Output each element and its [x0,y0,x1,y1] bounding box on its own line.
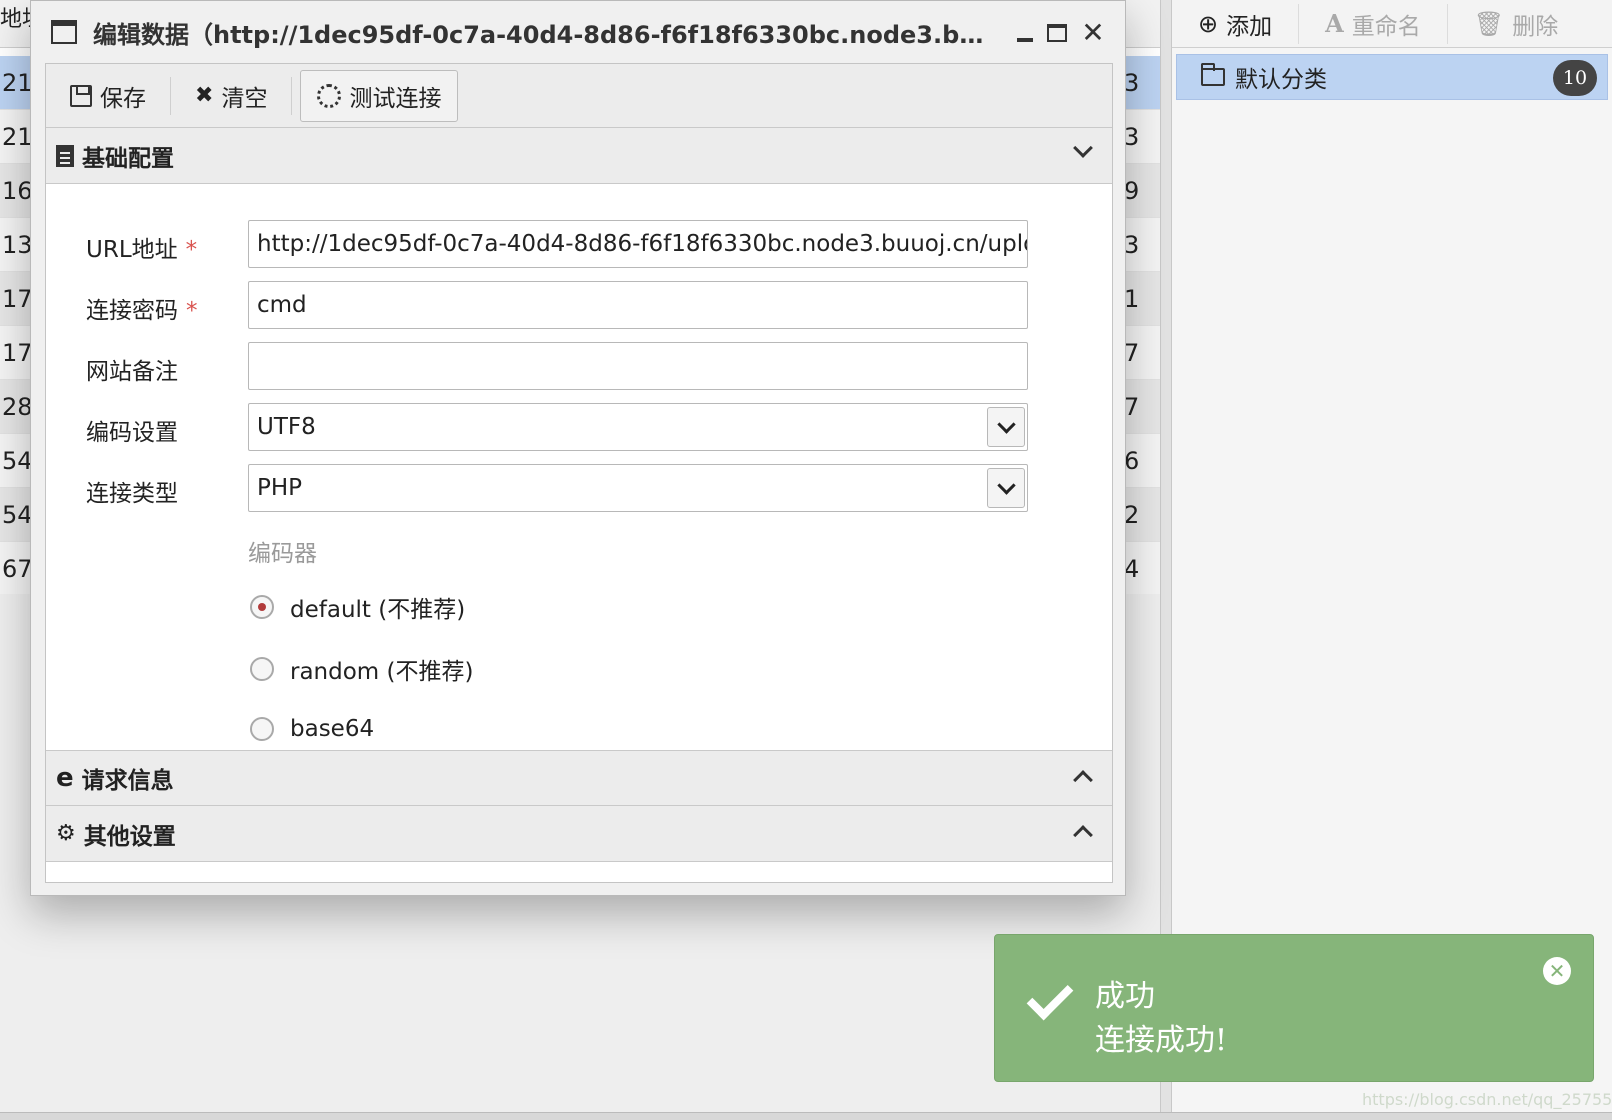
maximize-button[interactable] [1043,19,1071,47]
password-row: 连接密码 * cmd [46,281,1112,329]
encoding-select[interactable]: UTF8 [248,403,1028,451]
gears-icon: ⚙ [56,821,76,846]
encoding-row: 编码设置 UTF8 [46,403,1112,451]
type-select[interactable]: PHP [248,464,1028,512]
encoder-option-base64[interactable]: base64 [250,714,374,744]
window-icon [51,20,77,44]
basic-config-form: URL地址 * http://1dec95df-0c7a-40d4-8d86-f6… [46,184,1112,750]
font-icon: A [1325,9,1344,38]
type-row: 连接类型 PHP [46,464,1112,512]
url-label: URL地址 [86,237,178,263]
checkmark-icon [1026,973,1074,1021]
chevron-up-icon [1073,770,1093,790]
add-category-button[interactable]: ⊕ 添加 [1172,3,1300,44]
close-icon: ✕ [1081,16,1105,49]
url-input[interactable]: http://1dec95df-0c7a-40d4-8d86-f6f18f633… [248,220,1028,268]
chevron-down-icon [1073,138,1093,158]
encoder-option-random[interactable]: random (不推荐) [250,654,473,685]
x-mark-icon: ✖ [195,83,214,108]
edit-data-dialog: 编辑数据（http://1dec95df-0c7a-40d4-8d86-f6f1… [30,0,1126,896]
note-input[interactable] [248,342,1028,390]
save-icon [70,84,92,107]
password-input[interactable]: cmd [248,281,1028,329]
dialog-toolbar: 保存 ✖ 清空 测试连接 [46,64,1112,128]
required-mark: * [186,298,198,324]
note-row: 网站备注 [46,342,1112,390]
radio-button[interactable] [250,717,274,741]
section-basic-config[interactable]: 基础配置 [46,128,1112,184]
chevron-down-icon[interactable] [987,468,1025,508]
minimize-icon [1017,38,1033,42]
toast-message: 连接成功! [1095,1023,1228,1058]
edge-icon: e [56,763,74,793]
clear-button[interactable]: ✖ 清空 [179,70,283,122]
toast-close-icon[interactable]: ✕ [1543,957,1571,985]
success-toast: 成功 连接成功! ✕ [994,934,1594,1082]
chevron-up-icon [1073,825,1093,845]
spinner-icon [317,83,342,108]
encoder-option-default[interactable]: default (不推荐) [250,592,465,623]
encoding-label: 编码设置 [86,420,178,446]
section-request-info[interactable]: e 请求信息 [46,750,1112,806]
watermark: https://blog.csdn.net/qq_25755014 [1362,1090,1612,1109]
type-label: 连接类型 [86,481,178,507]
category-item-label: 默认分类 [1235,67,1327,93]
trash-icon: 🗑 [1473,9,1505,38]
rename-category-button[interactable]: A 重命名 [1299,3,1448,44]
toolbar-divider [170,76,171,115]
status-bar [0,1112,1612,1120]
toolbar-divider [291,76,293,115]
test-connection-button[interactable]: 测试连接 [300,69,459,122]
plus-circle-icon: ⊕ [1198,9,1219,38]
section-other-settings[interactable]: ⚙ 其他设置 [46,806,1112,862]
toast-title: 成功 [1095,979,1155,1014]
close-button[interactable]: ✕ [1079,19,1107,47]
count-badge: 10 [1553,60,1597,96]
encoder-label: 编码器 [248,541,317,567]
save-button[interactable]: 保存 [54,70,162,122]
password-label: 连接密码 [86,298,178,324]
dialog-title: 编辑数据（http://1dec95df-0c7a-40d4-8d86-f6f1… [93,20,993,49]
note-label: 网站备注 [86,359,178,385]
category-item-default[interactable]: 默认分类 10 [1176,54,1608,100]
dialog-titlebar[interactable]: 编辑数据（http://1dec95df-0c7a-40d4-8d86-f6f1… [31,1,1125,63]
maximize-icon [1047,24,1067,42]
radio-button[interactable] [250,657,274,681]
required-mark: * [185,237,198,263]
chevron-down-icon[interactable] [987,407,1025,447]
category-toolbar: ⊕ 添加 A 重命名 🗑 删除 [1172,0,1612,48]
minimize-button[interactable] [1011,19,1039,47]
radio-button[interactable] [250,595,274,619]
dialog-content: 保存 ✖ 清空 测试连接 基础配置 URL地址 * http://1dec95df… [45,63,1113,883]
folder-icon [1201,63,1225,86]
delete-category-button[interactable]: 🗑 删除 [1448,4,1584,44]
url-row: URL地址 * http://1dec95df-0c7a-40d4-8d86-f6… [46,220,1112,268]
document-icon [56,144,74,167]
